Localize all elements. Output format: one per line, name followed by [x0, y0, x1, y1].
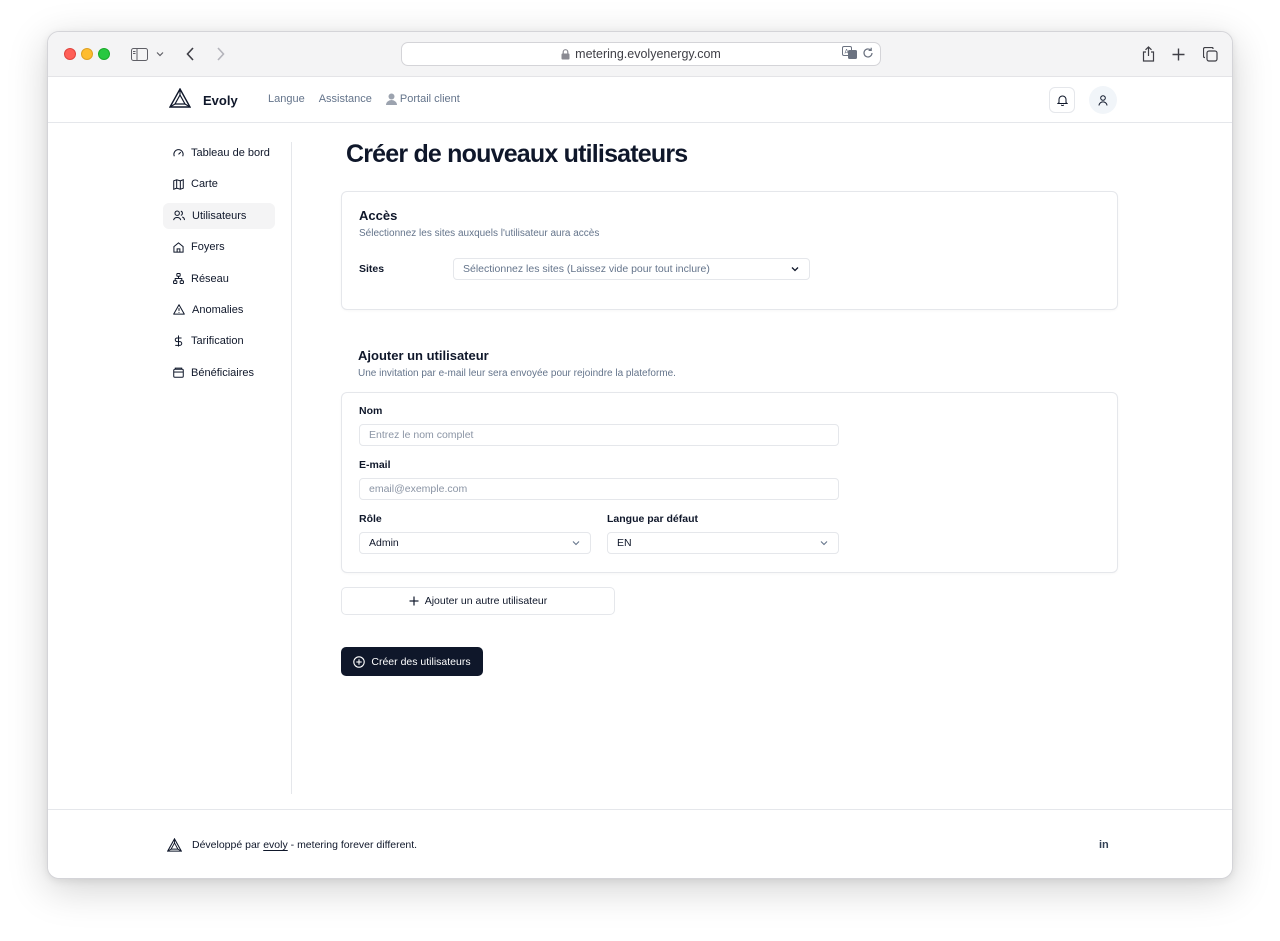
sidebar-item-label: Réseau [191, 272, 229, 285]
sidebar-item-users[interactable]: Utilisateurs [163, 202, 275, 229]
bell-icon [1056, 94, 1068, 106]
person-icon [385, 93, 397, 105]
email-input[interactable] [359, 478, 839, 500]
page-footer: Développé par evoly - metering forever d… [48, 809, 1232, 878]
language-select-value: EN [617, 537, 632, 549]
sidebar-item-homes[interactable]: Foyers [163, 234, 275, 260]
sidebar-item-label: Carte [191, 178, 218, 191]
email-label: E-mail [359, 459, 391, 471]
access-card: Accès Sélectionnez les sites auxquels l'… [341, 191, 1118, 310]
sidebar-item-label: Foyers [191, 241, 225, 254]
footer-text: Développé par evoly - metering forever d… [192, 839, 417, 851]
name-label: Nom [359, 405, 383, 417]
brand-logo[interactable]: Evoly [168, 87, 238, 113]
home-icon [173, 241, 191, 253]
app-header: Evoly Langue Assistance Portail client [48, 77, 1232, 123]
top-nav: Langue Assistance Portail client [268, 93, 488, 105]
users-icon [173, 210, 192, 221]
sidebar-item-label: Tarification [191, 335, 244, 348]
minimize-window-button[interactable] [81, 48, 93, 60]
chevron-down-icon [571, 538, 581, 548]
sites-label: Sites [359, 263, 385, 275]
sidebar-item-beneficiaries[interactable]: Bénéficiaires [163, 360, 275, 386]
plus-circle-icon [353, 655, 371, 668]
new-tab-icon[interactable] [1170, 44, 1186, 64]
lock-icon [561, 48, 570, 60]
warning-icon [173, 304, 192, 316]
create-users-button[interactable]: Créer des utilisateurs [341, 647, 483, 676]
map-icon [173, 178, 191, 190]
sidebar-item-dashboard[interactable]: Tableau de bord [163, 140, 275, 166]
add-another-user-label: Ajouter un autre utilisateur [424, 595, 548, 607]
nav-language-link[interactable]: Langue [268, 93, 305, 105]
footer-credits: Développé par evoly - metering forever d… [167, 838, 417, 852]
sidebar-nav: Tableau de bord Carte Utilisateurs Foyer… [163, 140, 275, 391]
gauge-icon [173, 148, 191, 159]
footer-prefix: Développé par [192, 839, 264, 851]
evoly-logo-icon [168, 87, 192, 113]
role-label: Rôle [359, 513, 382, 525]
sidebar-item-label: Tableau de bord [191, 147, 270, 159]
page-title: Créer de nouveaux utilisateurs [346, 140, 688, 168]
chevron-down-icon [790, 264, 800, 274]
chevron-down-icon[interactable] [154, 44, 166, 64]
sites-select[interactable]: Sélectionnez les sites (Laissez vide pou… [453, 258, 810, 280]
footer-evoly-link[interactable]: evoly [263, 839, 288, 851]
sites-select-placeholder: Sélectionnez les sites (Laissez vide pou… [463, 263, 710, 275]
sidebar-divider [291, 142, 292, 794]
default-language-label: Langue par défaut [607, 513, 699, 525]
tab-overview-icon[interactable] [1202, 44, 1218, 64]
linkedin-icon[interactable]: in [1099, 839, 1109, 851]
add-another-user-button[interactable]: Ajouter un autre utilisateur [341, 587, 615, 615]
role-select-value: Admin [369, 537, 399, 549]
access-card-subtitle: Sélectionnez les sites auxquels l'utilis… [359, 228, 600, 239]
client-portal-label: Portail client [399, 93, 460, 105]
notifications-button[interactable] [1049, 87, 1075, 113]
user-icon [1098, 94, 1108, 106]
reload-icon[interactable] [862, 47, 874, 62]
sidebar-item-map[interactable]: Carte [163, 171, 275, 197]
name-input[interactable] [359, 424, 839, 446]
role-select[interactable]: Admin [359, 532, 591, 554]
address-bar[interactable]: metering.evolyenergy.com A [401, 42, 881, 66]
sidebar-item-label: Utilisateurs [192, 209, 247, 222]
brand-name: Evoly [203, 93, 238, 108]
nav-support-link[interactable]: Assistance [319, 93, 372, 105]
sidebar-item-anomalies[interactable]: Anomalies [163, 297, 275, 323]
maximize-window-button[interactable] [98, 48, 110, 60]
browser-window: metering.evolyenergy.com A Evoly Langue … [47, 31, 1233, 879]
sidebar-item-pricing[interactable]: Tarification [163, 328, 275, 354]
add-user-section-subtitle: Une invitation par e-mail leur sera envo… [358, 368, 676, 379]
url-text: metering.evolyenergy.com [575, 47, 721, 61]
close-window-button[interactable] [64, 48, 76, 60]
dollar-icon [173, 335, 191, 347]
network-icon [173, 273, 191, 285]
wallet-icon [173, 367, 191, 379]
translate-icon[interactable]: A [842, 46, 858, 63]
default-language-select[interactable]: EN [607, 532, 839, 554]
user-form-card: Nom E-mail Rôle Admin Langue par défaut … [341, 392, 1118, 573]
share-icon[interactable] [1140, 44, 1156, 64]
user-menu-button[interactable] [1089, 86, 1117, 114]
nav-client-portal-link[interactable]: Portail client [385, 93, 474, 105]
browser-toolbar: metering.evolyenergy.com A [48, 32, 1232, 77]
sidebar-item-network[interactable]: Réseau [163, 266, 275, 292]
sidebar-item-label: Anomalies [192, 303, 244, 316]
plus-icon [409, 596, 425, 606]
add-user-section-title: Ajouter un utilisateur [358, 348, 489, 363]
create-users-label: Créer des utilisateurs [371, 655, 471, 668]
evoly-logo-icon [167, 838, 182, 852]
access-card-title: Accès [359, 208, 398, 223]
sidebar-item-label: Bénéficiaires [191, 366, 254, 379]
forward-icon[interactable] [212, 44, 228, 64]
chevron-down-icon [819, 538, 829, 548]
back-icon[interactable] [182, 44, 198, 64]
sidebar-toggle-icon[interactable] [129, 44, 149, 64]
footer-suffix: - metering forever different. [287, 839, 418, 851]
